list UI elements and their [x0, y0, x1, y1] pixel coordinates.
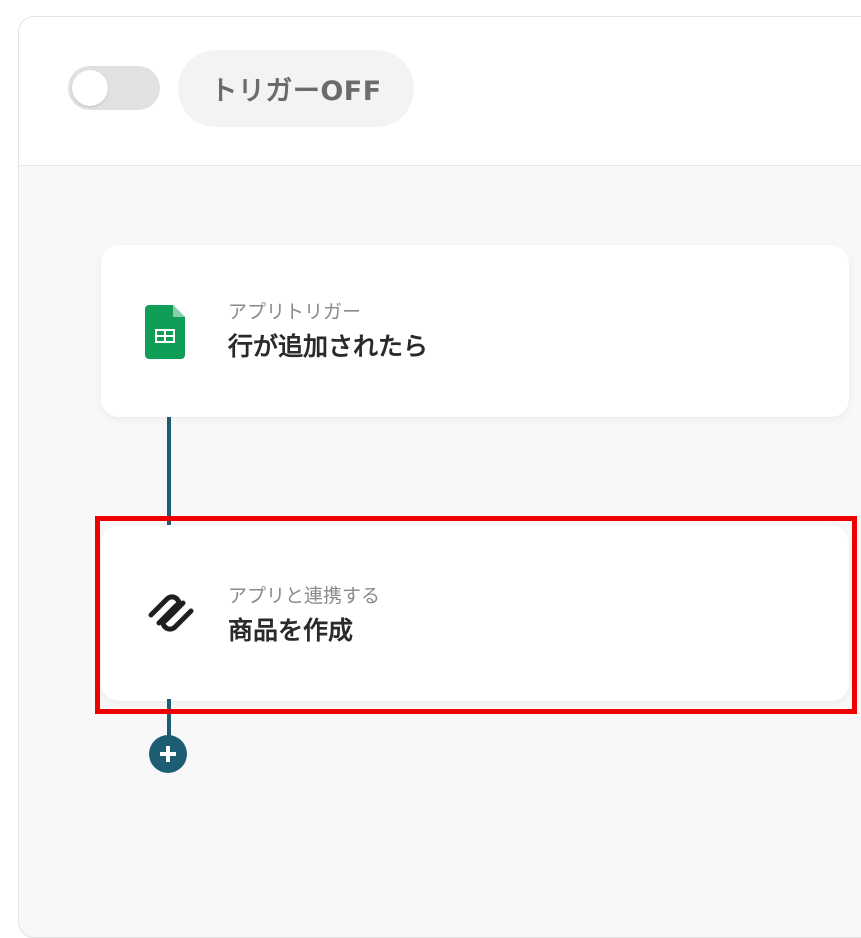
- trigger-toggle-switch[interactable]: [68, 66, 160, 110]
- google-sheets-icon: [145, 305, 185, 363]
- step-title: 商品を作成: [228, 616, 354, 645]
- flow-editor-panel: トリガーOFF アプリトリガー 行が追加されたら アプリと連携する 商品を作成: [18, 16, 861, 938]
- flow-step-trigger[interactable]: アプリトリガー 行が追加されたら: [101, 245, 849, 417]
- trigger-status-label: トリガーOFF: [210, 76, 382, 107]
- flow-header: トリガーOFF: [19, 17, 861, 166]
- flow-connector-line: [167, 699, 171, 739]
- toggle-knob: [72, 70, 108, 106]
- step-subtitle: アプリトリガー: [228, 301, 362, 323]
- plus-icon: [160, 746, 176, 762]
- flow-connector-line: [167, 415, 171, 525]
- squarespace-icon: [143, 589, 199, 641]
- step-title: 行が追加されたら: [228, 332, 429, 361]
- add-step-button[interactable]: [149, 735, 187, 773]
- flow-step-action[interactable]: アプリと連携する 商品を作成: [101, 525, 849, 701]
- trigger-status-badge: トリガーOFF: [178, 50, 414, 127]
- step-subtitle: アプリと連携する: [228, 585, 381, 607]
